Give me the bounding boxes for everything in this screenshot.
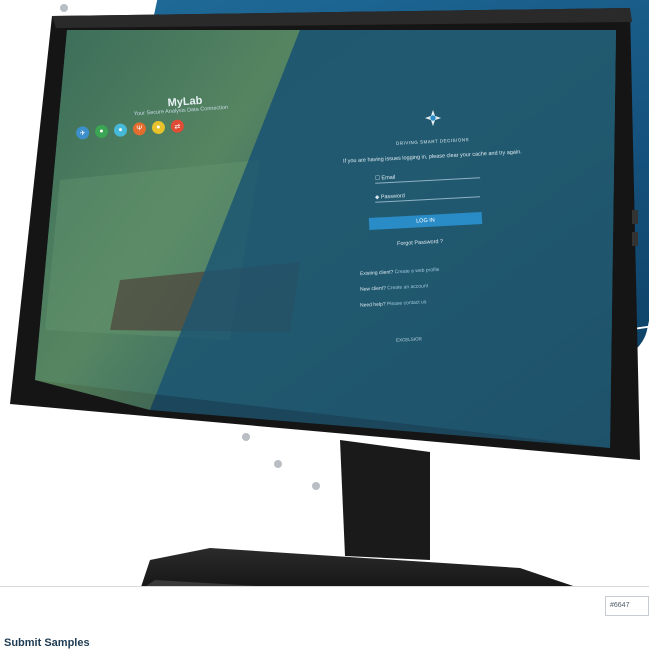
decor-dot <box>274 460 282 468</box>
compass-logo-icon <box>424 109 442 127</box>
section-title: Submit Samples <box>4 637 90 649</box>
decor-dot <box>60 4 68 12</box>
leaf-icon[interactable]: ● <box>94 124 109 139</box>
grain-icon[interactable]: Ψ <box>132 121 147 136</box>
tools-icon[interactable]: ⇄ <box>170 119 185 134</box>
email-placeholder: Email <box>381 174 396 182</box>
flask-icon[interactable]: ● <box>151 120 166 135</box>
sample-id-field[interactable] <box>605 596 649 616</box>
password-placeholder: Password <box>380 193 406 201</box>
page-strip <box>0 586 649 648</box>
user-icon: ☐ <box>374 175 381 182</box>
drop-icon[interactable]: ● <box>113 123 128 138</box>
decor-dot <box>242 433 250 441</box>
decor-dot <box>312 482 320 490</box>
lock-icon: ◆ <box>374 194 380 201</box>
satellite-icon[interactable]: ✈ <box>75 125 90 140</box>
